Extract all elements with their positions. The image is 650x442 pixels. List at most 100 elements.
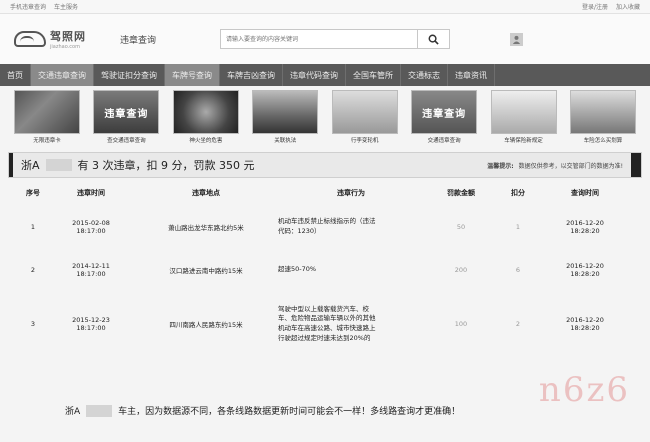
col-no: 序号 — [26, 189, 40, 197]
cell-no: 3 — [30, 320, 36, 328]
col-fine: 罚款金额 — [447, 189, 475, 197]
cell-time: 2014-12-11 18:17:00 — [46, 248, 136, 292]
thumb-caption: 神火坐的危害 — [189, 138, 223, 144]
summary-tip: 温馨提示: 数据仅供参考，以交管部门的数据为准! — [487, 161, 623, 170]
user-icon — [512, 35, 521, 44]
cell-time-line: 2015-02-08 — [72, 219, 110, 227]
nav-item-2[interactable]: 驾驶证扣分查询 — [94, 64, 165, 86]
tip-label: 温馨提示: — [487, 162, 514, 170]
nav-item-5[interactable]: 违章代码查询 — [283, 64, 346, 86]
thumb-caption: 交通违章查询 — [427, 138, 461, 144]
thumb-caption: 查交通违章查询 — [107, 138, 146, 144]
cell-act-line: 行驶超过规定时速未达到20%的 — [278, 333, 371, 342]
cell-query-line: 18:28:20 — [570, 270, 600, 278]
cell-query-line: 2016-12-20 — [566, 262, 604, 270]
nav-item-3[interactable]: 车牌号查询 — [165, 64, 220, 86]
cell-act: 驾驶中型以上载客载货汽车、校 车、危险物品运输车辆以外的其他 机动车在高速公路、城市… — [276, 292, 426, 356]
col-act: 违章行为 — [337, 189, 365, 197]
thumb-card[interactable]: 车辆保险新规定 — [490, 90, 557, 148]
nav-item-1[interactable]: 交通违章查询 — [31, 64, 94, 86]
summary-text: 有 3 次违章，扣 9 分，罚款 350 元 — [77, 159, 255, 172]
thumb-card[interactable]: 行李变轮机 — [331, 90, 398, 148]
cell-act-line: 车、危险物品运输车辆以外的其他 — [278, 314, 376, 323]
thumb-card[interactable]: 违章查询查交通违章查询 — [93, 90, 160, 148]
nav-item-8[interactable]: 违章资讯 — [448, 64, 495, 86]
thumb-caption: 车辆保险新规定 — [504, 138, 543, 144]
cell-fine: 100 — [454, 320, 468, 328]
summary-main: 浙A 有 3 次违章，扣 9 分，罚款 350 元 — [21, 157, 255, 173]
col-query: 查询时间 — [571, 189, 599, 197]
thumb-caption: 行李变轮机 — [350, 138, 379, 144]
cell-time-line: 2014-12-11 — [72, 262, 110, 270]
violation-table: 序号 违章时间 违章地点 违章行为 罚款金额 扣分 查询时间 1 2015-02-… — [20, 188, 630, 356]
thumb-card[interactable]: 违章查询交通违章查询 — [411, 90, 478, 148]
nav-item-6[interactable]: 全国车管所 — [346, 64, 401, 86]
top-link-service[interactable]: 车主服务 — [54, 4, 78, 11]
summary-end-flag — [631, 153, 641, 177]
cell-time: 2015-12-23 18:17:00 — [46, 292, 136, 356]
watermark: n6z6 — [538, 370, 630, 410]
cell-query: 2016-12-20 18:28:20 — [540, 292, 630, 356]
nav-item-7[interactable]: 交通标志 — [401, 64, 448, 86]
cell-act-line: 超速50-70% — [278, 265, 317, 274]
thumb-image — [569, 90, 636, 134]
cell-query: 2016-12-20 18:28:20 — [540, 206, 630, 248]
cell-time-line: 18:17:00 — [76, 227, 106, 235]
tip-text: 数据仅供参考，以交管部门的数据为准! — [518, 162, 623, 170]
table-row: 2 2014-12-11 18:17:00 汉口路进云南中路约15米 超速50-70% 2… — [20, 248, 630, 292]
thumb-card[interactable]: 车险怎么买划算 — [569, 90, 636, 148]
thumb-card[interactable]: 神火坐的危害 — [172, 90, 239, 148]
thumb-image — [490, 90, 557, 134]
cell-act: 机动车违反禁止标线指示的（违法 代码：1230） — [276, 206, 426, 248]
plate-prefix: 浙A — [21, 159, 40, 172]
nav-item-4[interactable]: 车牌吉凶查询 — [220, 64, 283, 86]
thumb-image — [331, 90, 398, 134]
thumb-image — [252, 90, 319, 134]
cell-act-line: 驾驶中型以上载客载货汽车、校 — [278, 304, 369, 313]
search-box — [220, 29, 450, 49]
plate-mask — [45, 159, 72, 171]
top-link-favorite[interactable]: 加入收藏 — [616, 4, 640, 11]
logo-domain: jiazhao.com — [50, 44, 80, 50]
cell-time: 2015-02-08 18:17:00 — [46, 206, 136, 248]
thumb-overlay-text: 违章查询 — [104, 108, 149, 120]
cell-place: 萧山路出龙华东路北约5米 — [168, 224, 244, 232]
feature-thumbnails: 无限违章卡 违章查询 查交通违章查询 神火坐的危害 关联执法 行李变轮机 违章查询 交通违章查… — [0, 86, 650, 148]
cell-time-line: 2015-12-23 — [72, 316, 110, 324]
thumb-caption: 车险怎么买划算 — [583, 138, 623, 144]
thumb-card[interactable]: 无限违章卡 — [14, 90, 80, 148]
top-link-mobile[interactable]: 手机违章查询 — [10, 4, 46, 11]
cell-fine: 50 — [456, 223, 466, 231]
top-link-login[interactable]: 登录/注册 — [582, 4, 608, 11]
thumb-card[interactable]: 关联执法 — [252, 90, 319, 148]
notice-bar: 浙A 车主，因为数据源不同，各条线路数据更新时间可能会不一样！多线路查询才更准确… — [65, 404, 460, 417]
thumb-image: 违章查询 — [411, 90, 478, 134]
cell-query: 2016-12-20 18:28:20 — [540, 248, 630, 292]
main-nav: 首页 交通违章查询 驾驶证扣分查询 车牌号查询 车牌吉凶查询 违章代码查询 全国车管所 交通标… — [0, 64, 650, 86]
thumb-caption: 无限违章卡 — [33, 138, 61, 144]
cell-query-line: 18:28:20 — [570, 227, 600, 235]
col-points: 扣分 — [511, 189, 525, 197]
search-input[interactable] — [220, 29, 418, 49]
summary-flag — [9, 153, 13, 177]
top-bar-right: 登录/注册 加入收藏 — [576, 2, 640, 11]
violation-summary: 浙A 有 3 次违章，扣 9 分，罚款 350 元 温馨提示: 数据仅供参考，以… — [8, 152, 642, 178]
col-time: 违章时间 — [77, 189, 105, 197]
table-row: 1 2015-02-08 18:17:00 萧山路出龙华东路北约5米 机动车违反禁止标线… — [20, 206, 630, 248]
cell-points: 6 — [515, 266, 521, 274]
thumb-caption: 关联执法 — [274, 138, 297, 144]
cell-act-line: 机动车违反禁止标线指示的（违法 — [278, 217, 376, 226]
cell-no: 1 — [30, 223, 36, 231]
user-avatar[interactable] — [510, 32, 523, 46]
cell-query-line: 2016-12-20 — [566, 316, 604, 324]
cell-place: 四川南路人民路东约15米 — [169, 321, 243, 329]
thumb-image — [14, 90, 80, 134]
table-row: 3 2015-12-23 18:17:00 四川南路人民路东约15米 驾驶中型以上载客载… — [20, 292, 630, 356]
cell-time-line: 18:17:00 — [76, 270, 106, 278]
search-button[interactable] — [418, 29, 450, 49]
site-logo[interactable]: 驾照网 jiazhao.com — [14, 28, 114, 50]
search-icon — [428, 34, 439, 45]
cell-act: 超速50-70% — [276, 248, 426, 292]
notice-plate-mask — [86, 404, 113, 417]
nav-item-0[interactable]: 首页 — [0, 64, 31, 86]
